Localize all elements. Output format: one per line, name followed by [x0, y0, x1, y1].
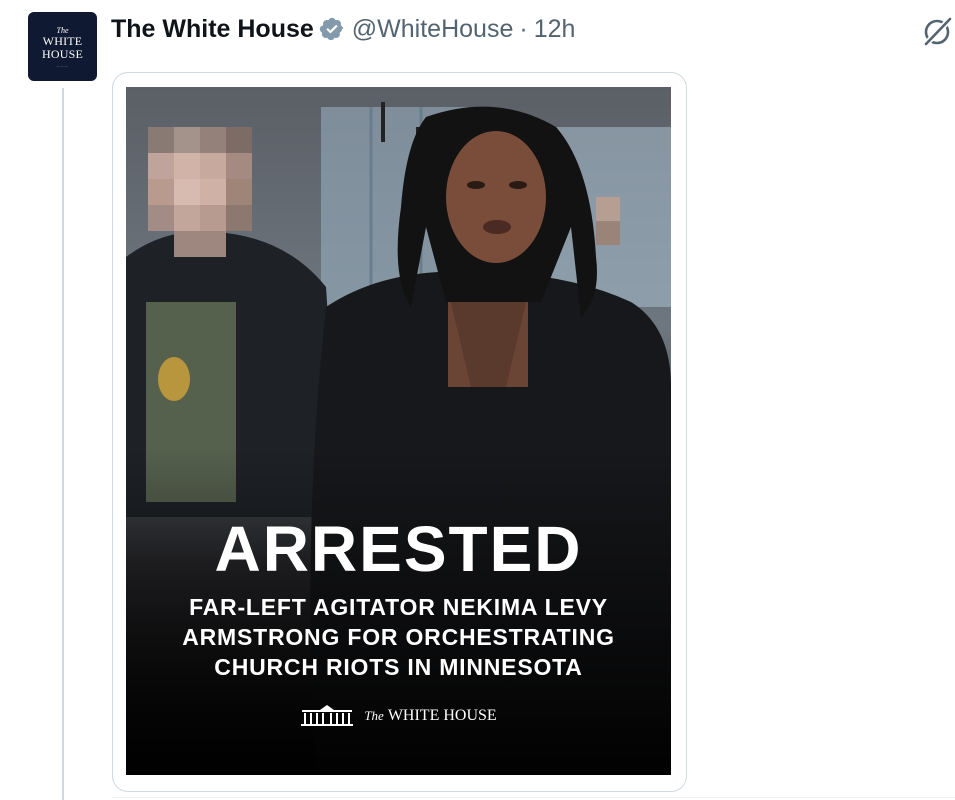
- author-display-name[interactable]: The White House: [111, 15, 314, 44]
- tweet-photo[interactable]: ARRESTED FAR-LEFT AGITATOR NEKIMA LEVY A…: [126, 87, 671, 775]
- avatar-rule: ———: [56, 63, 69, 68]
- photo-subtitle-line-1: FAR-LEFT AGITATOR NEKIMA LEVY: [189, 594, 608, 620]
- avatar[interactable]: The WHITE HOUSE ———: [28, 12, 97, 81]
- avatar-text-white: WHITE: [42, 33, 83, 48]
- tweet-divider: [112, 797, 955, 798]
- brand-name: WHITE HOUSE: [387, 707, 497, 724]
- photo-subtitle-line-3: CHURCH RIOTS IN MINNESOTA: [214, 654, 583, 680]
- photo-brand-mark: The WHITE HOUSE: [126, 704, 671, 728]
- avatar-text-house: HOUSE: [41, 46, 83, 61]
- author-handle[interactable]: @WhiteHouse: [352, 15, 514, 44]
- grok-icon[interactable]: [921, 14, 955, 48]
- tweet-timestamp[interactable]: 12h: [534, 15, 576, 44]
- white-house-building-icon: [301, 705, 354, 726]
- photo-headline: ARRESTED: [214, 513, 583, 585]
- photo-subtitle-line-2: ARMSTRONG FOR ORCHESTRATING: [182, 624, 615, 650]
- thread-line: [62, 88, 64, 800]
- verified-badge-icon[interactable]: [319, 16, 345, 42]
- brand-prefix: The: [364, 708, 384, 723]
- tweet-header: The White House @WhiteHouse · 12h: [111, 12, 575, 46]
- header-separator: ·: [519, 14, 528, 43]
